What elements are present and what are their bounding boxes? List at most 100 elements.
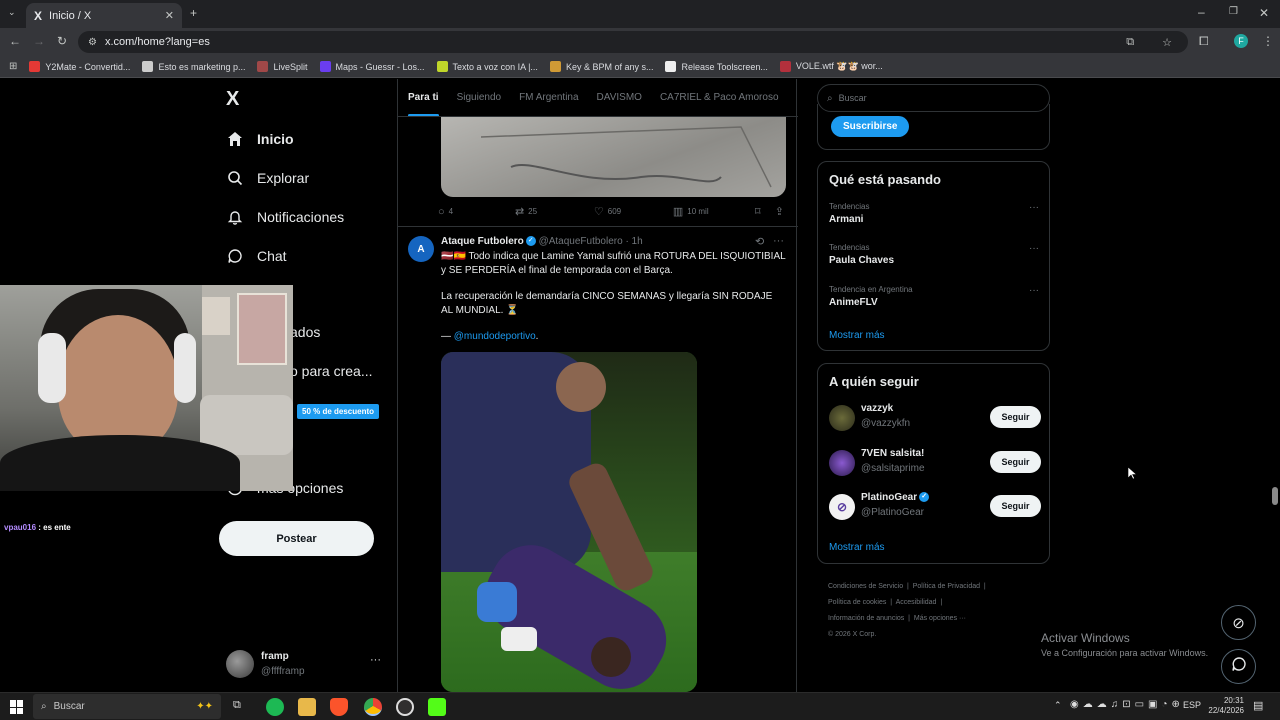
apps-grid-icon[interactable]: ⊞ bbox=[9, 61, 17, 72]
post-author-avatar[interactable]: A bbox=[408, 236, 434, 262]
prev-post-image[interactable] bbox=[441, 117, 786, 197]
post-image[interactable] bbox=[441, 352, 697, 692]
footer-terms-link[interactable]: Condiciones de Servicio bbox=[828, 583, 903, 590]
nav-bookmarks[interactable]: ados bbox=[290, 324, 320, 340]
bookmark-item[interactable]: Maps - Guessr - Los... bbox=[319, 61, 425, 72]
trend-more-icon[interactable]: ··· bbox=[1029, 243, 1039, 254]
x-logo-icon[interactable]: X bbox=[226, 88, 239, 111]
bookmark-item[interactable]: LiveSplit bbox=[257, 61, 308, 72]
post-more-icon[interactable]: ··· bbox=[773, 235, 784, 247]
tab-para-ti[interactable]: Para ti bbox=[408, 79, 439, 116]
like-button[interactable]: ♡ 609 bbox=[594, 205, 673, 218]
post-author-handle[interactable]: @AtaqueFutbolero bbox=[539, 236, 623, 247]
nav-chat[interactable]: Chat bbox=[226, 247, 287, 265]
trend-more-icon[interactable]: ··· bbox=[1029, 202, 1039, 213]
messages-float-button[interactable] bbox=[1221, 649, 1256, 684]
language-indicator[interactable]: ESP bbox=[1183, 700, 1201, 710]
kick-icon[interactable] bbox=[428, 698, 446, 716]
follow-suggestion[interactable]: vazzyk @vazzykfn Seguir bbox=[829, 403, 1041, 433]
tray-overflow-icon[interactable]: ⌃ bbox=[1054, 700, 1062, 711]
footer-cookies-link[interactable]: Política de cookies bbox=[828, 599, 886, 606]
new-tab-icon[interactable]: + bbox=[190, 6, 197, 20]
site-info-icon[interactable]: ⚙ bbox=[88, 37, 97, 48]
account-switcher[interactable]: framp @fffframp ··· bbox=[226, 648, 386, 682]
share-button[interactable]: ⇪ bbox=[775, 205, 788, 218]
obs-icon[interactable] bbox=[396, 698, 414, 716]
browser-menu-icon[interactable]: ⋮ bbox=[1262, 34, 1274, 48]
follow-show-more-link[interactable]: Mostrar más bbox=[829, 542, 885, 553]
nav-creator-studio[interactable]: o para crea... bbox=[290, 363, 373, 379]
grok-float-button[interactable]: ⊘ bbox=[1221, 605, 1256, 640]
footer-ads-link[interactable]: Información de anuncios bbox=[828, 615, 904, 622]
follow-button[interactable]: Seguir bbox=[990, 495, 1041, 517]
start-icon[interactable] bbox=[10, 700, 24, 714]
trends-show-more-link[interactable]: Mostrar más bbox=[829, 330, 885, 341]
notifications-icon[interactable]: ▤ bbox=[1253, 699, 1263, 712]
minimize-icon[interactable]: – bbox=[1198, 5, 1205, 19]
post-button[interactable]: Postear bbox=[219, 521, 374, 556]
post-time[interactable]: · 1h bbox=[625, 236, 642, 247]
profile-avatar[interactable]: F bbox=[1234, 34, 1248, 48]
trend-more-icon[interactable]: ··· bbox=[1029, 285, 1039, 296]
premium-discount-badge[interactable]: 50 % de descuento bbox=[297, 404, 380, 419]
nav-notifications[interactable]: Notificaciones bbox=[226, 208, 344, 226]
tray-icons[interactable]: ◉☁☁♫⊡▭▣◔⊕ bbox=[1070, 699, 1184, 710]
task-view-icon[interactable]: ⧉ bbox=[233, 699, 241, 712]
tab-siguiendo[interactable]: Siguiendo bbox=[457, 79, 501, 116]
tab-close-icon[interactable]: ✕ bbox=[165, 9, 174, 22]
bookmark-label: Maps - Guessr - Los... bbox=[335, 61, 425, 72]
page-scrollbar[interactable] bbox=[1270, 79, 1280, 692]
clock[interactable]: 20:31 22/4/2026 bbox=[1204, 696, 1244, 716]
scrollbar-thumb[interactable] bbox=[1272, 487, 1278, 505]
window-close-icon[interactable]: ✕ bbox=[1259, 6, 1269, 20]
follow-suggestion[interactable]: 7VEN salsita! @salsitaprime Seguir bbox=[829, 448, 1041, 478]
file-explorer-icon[interactable] bbox=[298, 698, 316, 716]
footer-privacy-link[interactable]: Política de Privacidad bbox=[913, 583, 980, 590]
back-icon[interactable]: ← bbox=[9, 34, 21, 48]
bookmark-button[interactable]: ⌑ bbox=[755, 205, 775, 218]
repost-button[interactable]: ⇄ 25 bbox=[515, 205, 594, 218]
post-author-name[interactable]: Ataque Futbolero bbox=[441, 236, 524, 247]
subscribe-button[interactable]: Suscribirse bbox=[831, 116, 910, 137]
tab-search-icon[interactable]: ⌄ bbox=[8, 7, 16, 18]
trend-item[interactable]: Tendencias Paula Chaves ··· bbox=[829, 243, 1039, 266]
account-more-icon[interactable]: ··· bbox=[370, 654, 381, 666]
trend-item[interactable]: Tendencias Armani ··· bbox=[829, 202, 1039, 225]
trend-item[interactable]: Tendencia en Argentina AnimeFLV ··· bbox=[829, 285, 1039, 308]
search-placeholder: Buscar bbox=[838, 93, 867, 103]
forward-icon[interactable]: → bbox=[33, 34, 45, 48]
nav-explore[interactable]: Explorar bbox=[226, 169, 309, 187]
bookmark-item[interactable]: Esto es marketing p... bbox=[142, 61, 245, 72]
bookmark-star-icon[interactable]: ☆ bbox=[1162, 36, 1172, 49]
extensions-icon[interactable]: ⧠ bbox=[1199, 34, 1209, 49]
chrome-icon[interactable] bbox=[364, 698, 382, 716]
taskbar-search-box[interactable]: ⌕ Buscar ✦✦ bbox=[33, 694, 221, 719]
reload-icon[interactable]: ↻ bbox=[57, 34, 67, 48]
restore-icon[interactable]: ❐ bbox=[1229, 6, 1238, 17]
bookmark-item[interactable]: Key & BPM of any s... bbox=[549, 61, 653, 72]
tab-ca7riel[interactable]: CA7RIEL & Paco Amoroso bbox=[660, 79, 779, 116]
browser-tab[interactable]: X Inicio / X ✕ bbox=[26, 3, 182, 28]
address-bar[interactable]: ⚙ x.com/home?lang=es ⧉ ☆ bbox=[78, 31, 1188, 53]
install-app-icon[interactable]: ⧉ bbox=[1126, 36, 1134, 49]
footer-accessibility-link[interactable]: Accesibilidad bbox=[896, 599, 937, 606]
reply-button[interactable]: ○ 4 bbox=[438, 206, 515, 218]
grok-icon[interactable]: ⟲ bbox=[755, 235, 764, 248]
bookmark-item[interactable]: Texto a voz con IA |... bbox=[436, 61, 538, 72]
prev-post-sketch bbox=[480, 126, 772, 188]
tab-fm-argentina[interactable]: FM Argentina bbox=[519, 79, 578, 116]
bookmark-item[interactable]: Y2Mate - Convertid... bbox=[29, 61, 130, 72]
footer-more-link[interactable]: Más opciones ··· bbox=[914, 615, 966, 622]
credit-mention-link[interactable]: @mundodeportivo bbox=[454, 331, 536, 342]
follow-button[interactable]: Seguir bbox=[990, 451, 1041, 473]
views-button[interactable]: ▥ 10 mil bbox=[673, 205, 755, 218]
who-to-follow-card: A quién seguir vazzyk @vazzykfn Seguir 7… bbox=[817, 363, 1050, 564]
bookmark-item[interactable]: VOLE.wtf 🐮🐮 wor... bbox=[779, 61, 883, 72]
brave-icon[interactable] bbox=[330, 698, 348, 716]
nav-home[interactable]: Inicio bbox=[226, 130, 294, 148]
spotify-icon[interactable] bbox=[266, 698, 284, 716]
follow-suggestion[interactable]: ⊘ PlatinoGear ✓ @PlatinoGear Seguir bbox=[829, 492, 1041, 522]
tab-davismo[interactable]: DAVISMO bbox=[597, 79, 642, 116]
follow-button[interactable]: Seguir bbox=[990, 406, 1041, 428]
bookmark-item[interactable]: Release Toolscreen... bbox=[665, 61, 768, 72]
